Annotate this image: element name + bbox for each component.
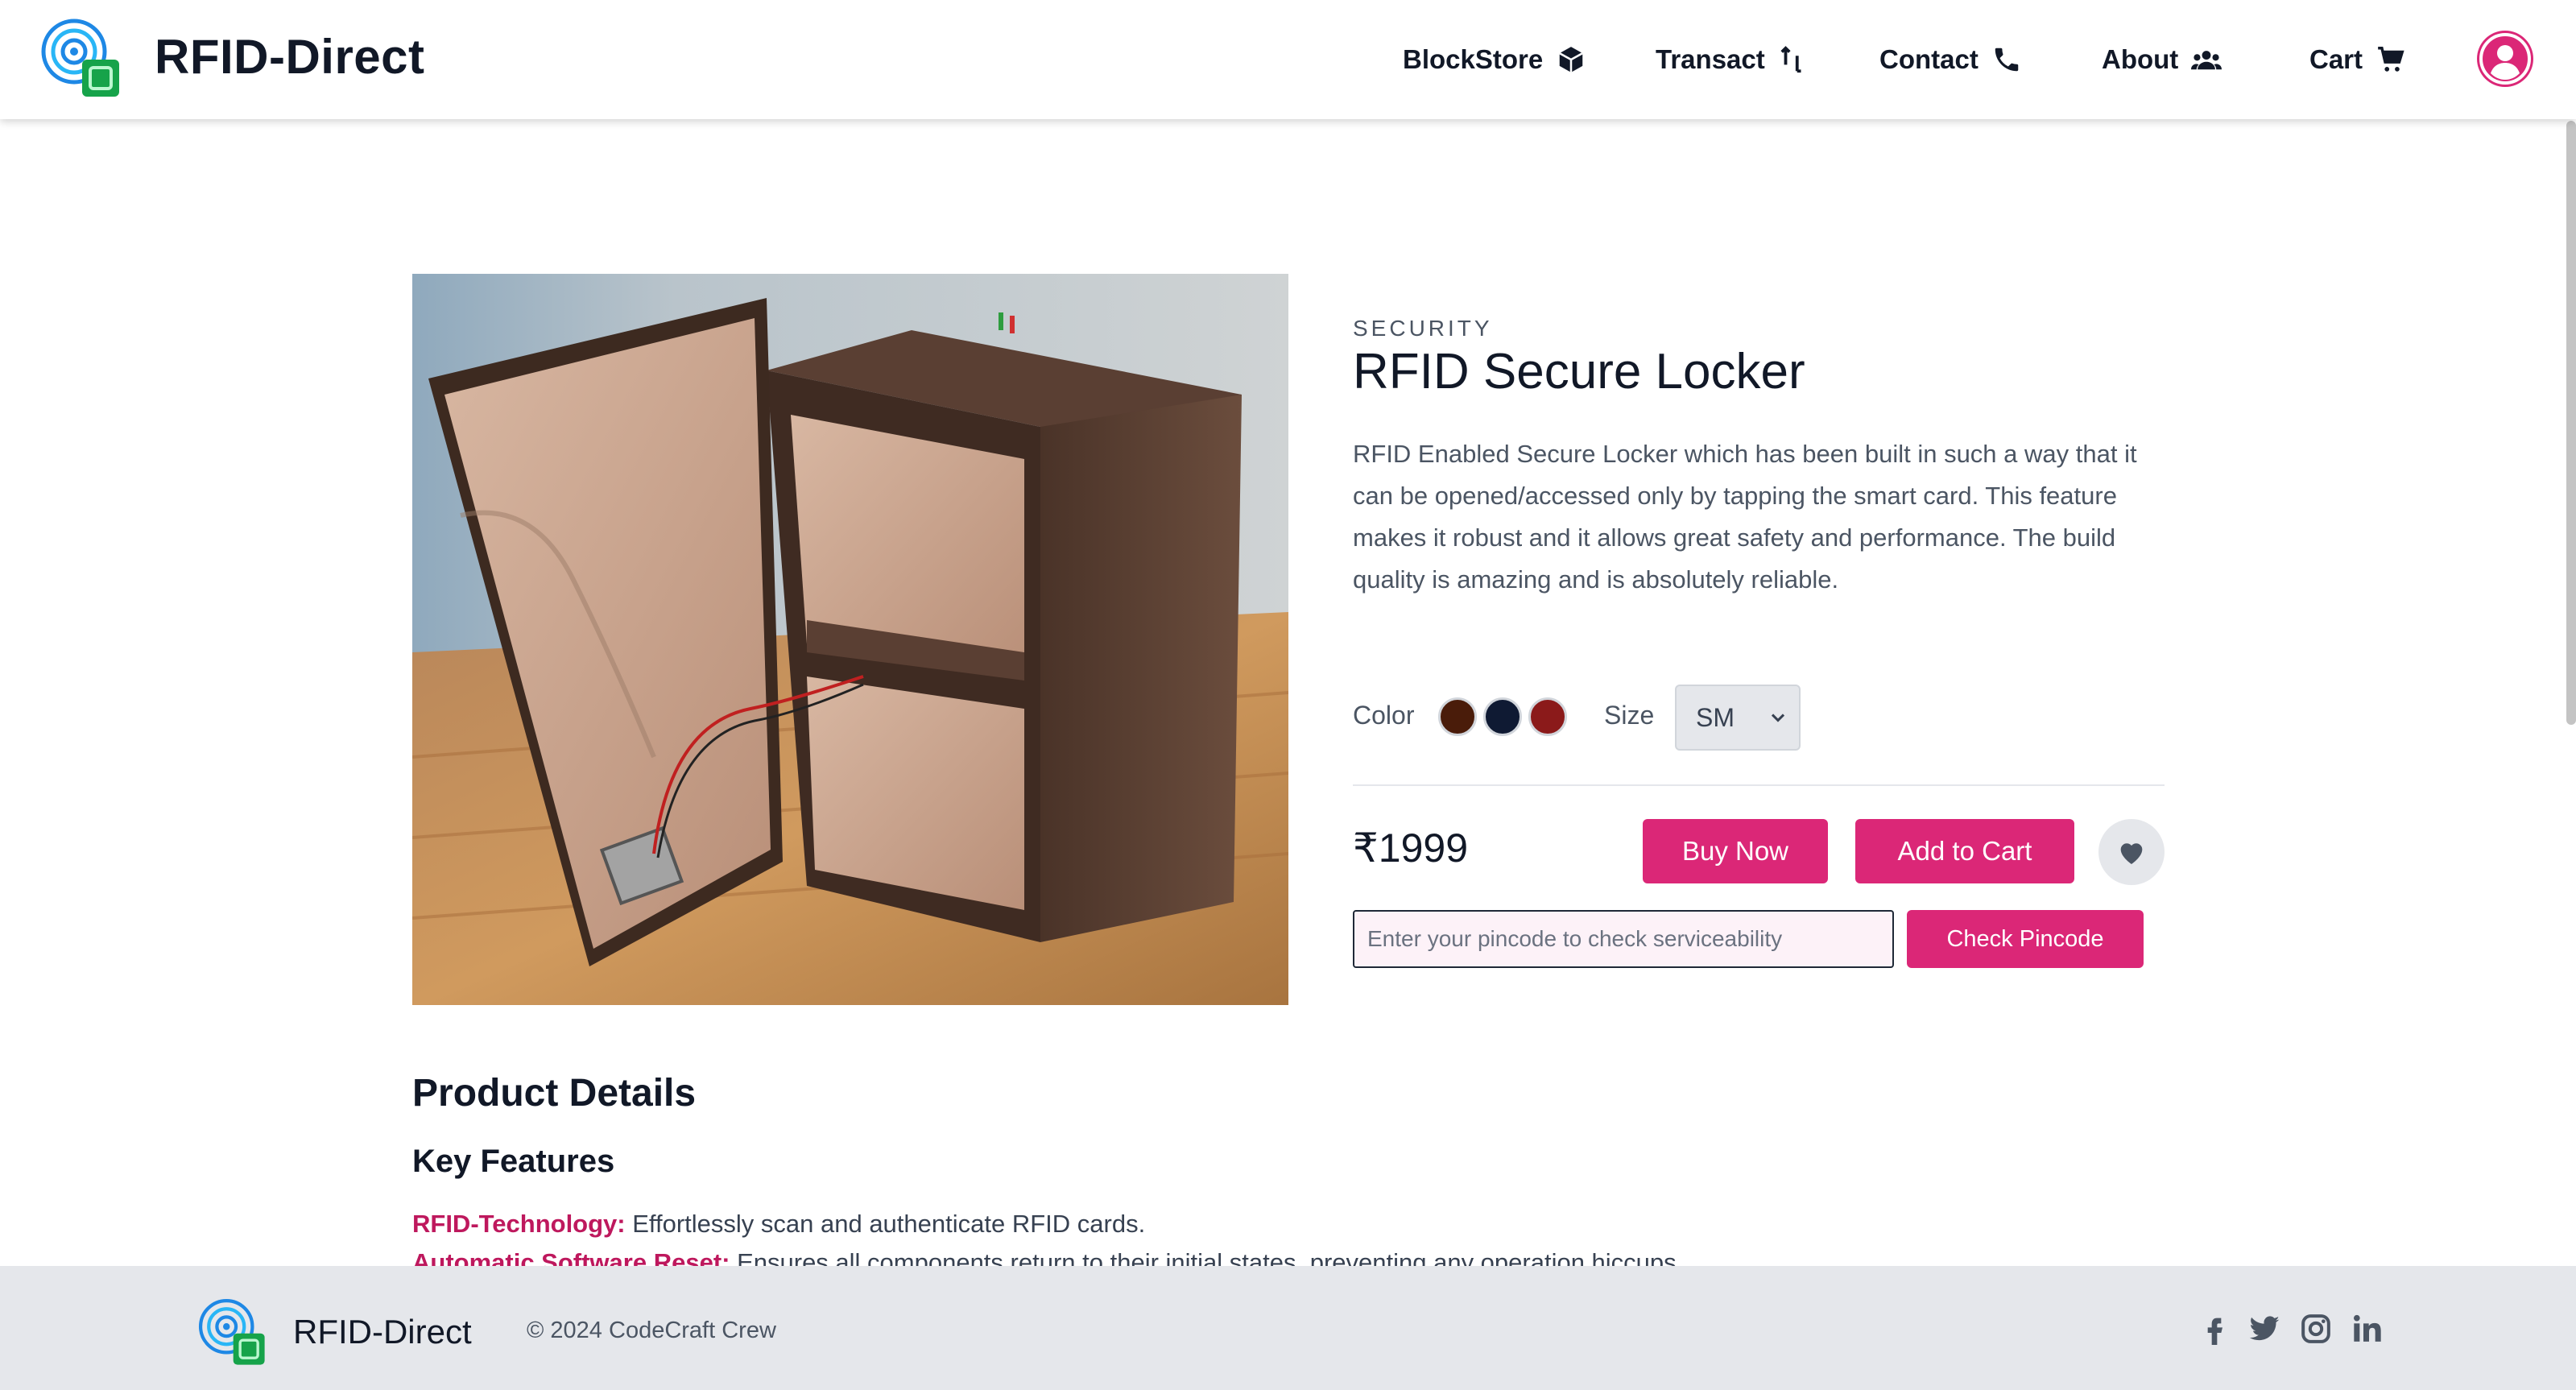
nav-cart-label: Cart	[2309, 44, 2363, 74]
nav-transact[interactable]: Transact	[1656, 39, 1809, 81]
add-to-cart-button[interactable]: Add to Cart	[1855, 819, 2074, 883]
facebook-icon[interactable]	[2198, 1313, 2231, 1345]
nav-blockstore-label: BlockStore	[1403, 44, 1544, 74]
users-icon	[2191, 51, 2222, 70]
rfid-logo-icon[interactable]	[196, 1297, 267, 1367]
linkedin-icon[interactable]	[2351, 1313, 2384, 1345]
cube-icon	[1559, 47, 1584, 72]
heart-icon	[2120, 843, 2143, 864]
rfid-logo-icon[interactable]	[39, 16, 122, 100]
product-details-heading: Product Details	[412, 1072, 697, 1115]
feature-text: Effortlessly scan and authenticate RFID …	[625, 1210, 1146, 1238]
phone-icon	[1995, 48, 2019, 72]
top-navbar: RFID-Direct BlockStore Transact Contact …	[0, 0, 2576, 119]
instagram-icon[interactable]	[2300, 1313, 2332, 1345]
size-select[interactable]: SM	[1675, 685, 1801, 751]
user-circle-icon	[2479, 33, 2531, 85]
product-image	[412, 274, 1288, 1005]
size-label: Size	[1604, 701, 1655, 730]
check-pincode-button[interactable]: Check Pincode	[1907, 910, 2144, 968]
footer-copyright: © 2024 CodeCraft Crew	[527, 1318, 776, 1343]
footer-brand[interactable]: RFID-Direct	[293, 1313, 472, 1351]
product-title: RFID Secure Locker	[1353, 344, 1805, 399]
cart-icon	[2378, 47, 2404, 72]
size-select-value: SM	[1696, 702, 1735, 732]
chevron-down-icon	[1771, 714, 1785, 722]
wishlist-button[interactable]	[2098, 819, 2165, 885]
twitter-icon[interactable]	[2248, 1313, 2280, 1345]
transfer-icon	[1780, 46, 1801, 73]
nav-blockstore[interactable]: BlockStore	[1403, 39, 1586, 81]
nav-about[interactable]: About	[2102, 39, 2222, 81]
nav-cart[interactable]: Cart	[2309, 39, 2406, 81]
color-swatch-red[interactable]	[1528, 697, 1567, 736]
divider	[1353, 784, 2165, 786]
page-scrollbar[interactable]	[2566, 121, 2576, 725]
brand-name[interactable]: RFID-Direct	[155, 29, 425, 85]
pincode-input[interactable]	[1353, 910, 1894, 968]
feature-item: RFID-Technology: Effortlessly scan and a…	[412, 1210, 1145, 1239]
user-avatar[interactable]	[2477, 31, 2533, 87]
nav-about-label: About	[2102, 44, 2179, 74]
color-swatch-brown[interactable]	[1438, 697, 1477, 736]
feature-key: RFID-Technology:	[412, 1210, 626, 1238]
footer: RFID-Direct © 2024 CodeCraft Crew	[0, 1266, 2576, 1390]
key-features-heading: Key Features	[412, 1144, 615, 1179]
product-description: RFID Enabled Secure Locker which has bee…	[1353, 440, 2137, 594]
product-category: SECURITY	[1353, 316, 1493, 341]
color-label: Color	[1353, 701, 1415, 730]
nav-contact-label: Contact	[1879, 44, 1979, 74]
nav-transact-label: Transact	[1656, 44, 1765, 74]
buy-now-button[interactable]: Buy Now	[1643, 819, 1828, 883]
color-swatch-navy[interactable]	[1483, 697, 1522, 736]
product-price: ₹1999	[1353, 825, 1469, 871]
locker-photo	[412, 274, 1288, 1005]
nav-contact[interactable]: Contact	[1879, 39, 2022, 81]
